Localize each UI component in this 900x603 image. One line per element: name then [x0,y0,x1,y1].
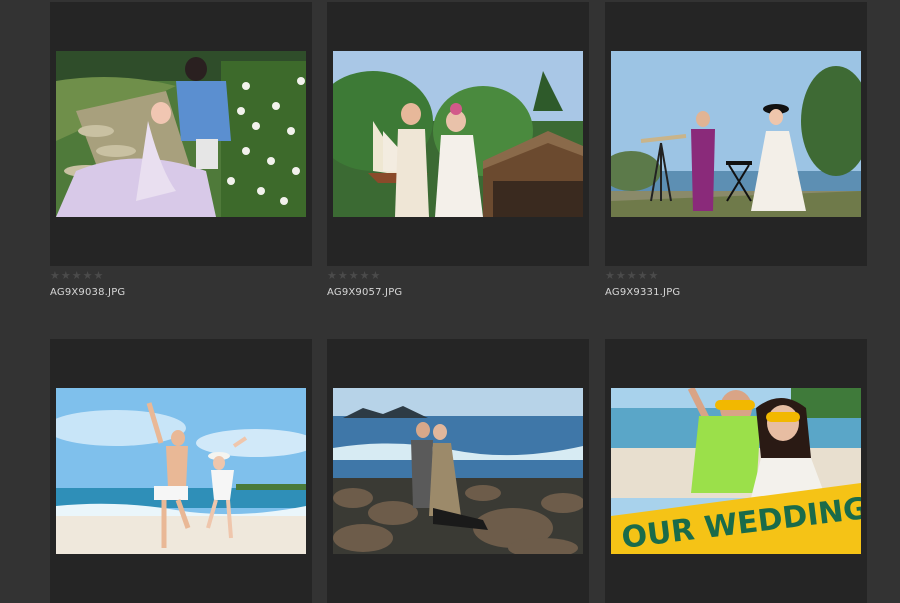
star-outline-icon[interactable]: ★ [371,270,381,282]
couple-rocks-image [333,388,583,554]
star-rating[interactable]: ★ ★ ★ ★ ★ [327,270,380,282]
couple-telescope-image [611,51,861,217]
star-rating[interactable]: ★ ★ ★ ★ ★ [605,270,658,282]
photo-card[interactable] [327,339,589,603]
star-outline-icon[interactable]: ★ [72,270,82,282]
photo-filename: AG9X9038.JPG [50,287,126,298]
star-outline-icon[interactable]: ★ [349,270,359,282]
photo-card[interactable] [327,2,589,266]
photo-thumbnail-couple-with-telescope[interactable] [611,51,861,217]
couple-ship-image [333,51,583,217]
photo-card[interactable]: OUR WEDDING [605,339,867,603]
our-wedding-banner-image: OUR WEDDING [611,388,861,554]
couple-garden-image [56,51,306,217]
star-rating[interactable]: ★ ★ ★ ★ ★ [50,270,103,282]
photo-filename: AG9X9057.JPG [327,287,403,298]
star-outline-icon[interactable]: ★ [627,270,637,282]
star-outline-icon[interactable]: ★ [94,270,104,282]
star-outline-icon[interactable]: ★ [338,270,348,282]
photo-card[interactable] [50,2,312,266]
photo-filename: AG9X9331.JPG [605,287,681,298]
photo-card[interactable] [605,2,867,266]
star-outline-icon[interactable]: ★ [83,270,93,282]
photo-card[interactable] [50,339,312,603]
star-outline-icon[interactable]: ★ [360,270,370,282]
photo-thumbnail-couple-kissing-on-rocks[interactable] [333,388,583,554]
star-outline-icon[interactable]: ★ [638,270,648,282]
star-outline-icon[interactable]: ★ [61,270,71,282]
photo-thumbnail-couple-with-model-ship[interactable] [333,51,583,217]
star-outline-icon[interactable]: ★ [649,270,659,282]
photo-thumbnail-couple-with-our-wedding-banner[interactable]: OUR WEDDING [611,388,861,554]
star-outline-icon[interactable]: ★ [327,270,337,282]
star-outline-icon[interactable]: ★ [616,270,626,282]
photo-thumbnail-couple-in-flower-garden[interactable] [56,51,306,217]
photo-grid: ★ ★ ★ ★ ★ AG9X9038.JPG ★ ★ ★ ★ ★ AG9X905… [0,0,900,603]
photo-thumbnail-couple-jumping-on-beach[interactable] [56,388,306,554]
couple-beach-jump-image [56,388,306,554]
star-outline-icon[interactable]: ★ [50,270,60,282]
star-outline-icon[interactable]: ★ [605,270,615,282]
